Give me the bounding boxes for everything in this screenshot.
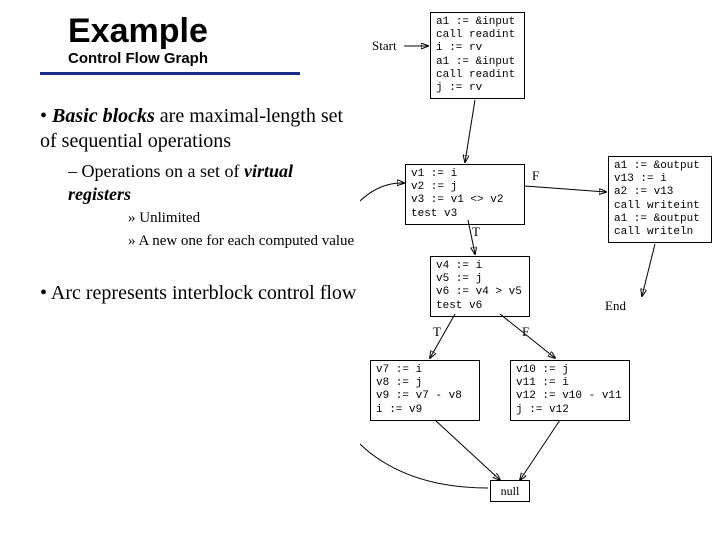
edge-label-f2: F bbox=[522, 324, 529, 340]
node-output: a1 := &output v13 := i a2 := v13 call wr… bbox=[608, 156, 712, 243]
slide-subtitle: Control Flow Graph bbox=[68, 50, 208, 67]
bullet-1-sub-sub-b: A new one for each computed value bbox=[128, 232, 360, 251]
bullet-content: Basic blocks are maximal-length set of s… bbox=[40, 104, 360, 316]
bullet-1-sub-sub-a: Unlimited bbox=[128, 209, 360, 228]
edge-label-t2: T bbox=[433, 324, 441, 340]
start-label: Start bbox=[372, 38, 397, 54]
cfg-diagram: Start a1 := &input call readint i := rv … bbox=[360, 8, 716, 538]
node-sub-ji: v10 := j v11 := i v12 := v10 - v11 j := … bbox=[510, 360, 630, 421]
bullet-2: Arc represents interblock control flow bbox=[40, 281, 360, 306]
bullet-1-sub: Operations on a set of virtual registers… bbox=[68, 160, 360, 251]
node-entry: a1 := &input call readint i := rv a1 := … bbox=[430, 12, 525, 99]
bullet-2-text: Arc represents interblock control flow bbox=[51, 282, 356, 304]
end-label: End bbox=[605, 298, 626, 314]
node-test1: v1 := i v2 := j v3 := v1 <> v2 test v3 bbox=[405, 164, 525, 225]
bullet-1-sub-pre: Operations on a set of bbox=[82, 161, 244, 181]
node-sub-ij: v7 := i v8 := j v9 := v7 - v8 i := v9 bbox=[370, 360, 480, 421]
slide-title: Example bbox=[68, 12, 208, 51]
bullet-1-emph: Basic blocks bbox=[52, 105, 155, 127]
node-null: null bbox=[490, 480, 530, 502]
bullet-1: Basic blocks are maximal-length set of s… bbox=[40, 104, 360, 251]
cfg-arrows bbox=[360, 8, 716, 538]
edge-label-f1: F bbox=[532, 168, 539, 184]
edge-label-t1: T bbox=[472, 224, 480, 240]
bullet-spacer bbox=[40, 261, 360, 281]
title-rule bbox=[40, 72, 300, 75]
node-test2: v4 := i v5 := j v6 := v4 > v5 test v6 bbox=[430, 256, 530, 317]
